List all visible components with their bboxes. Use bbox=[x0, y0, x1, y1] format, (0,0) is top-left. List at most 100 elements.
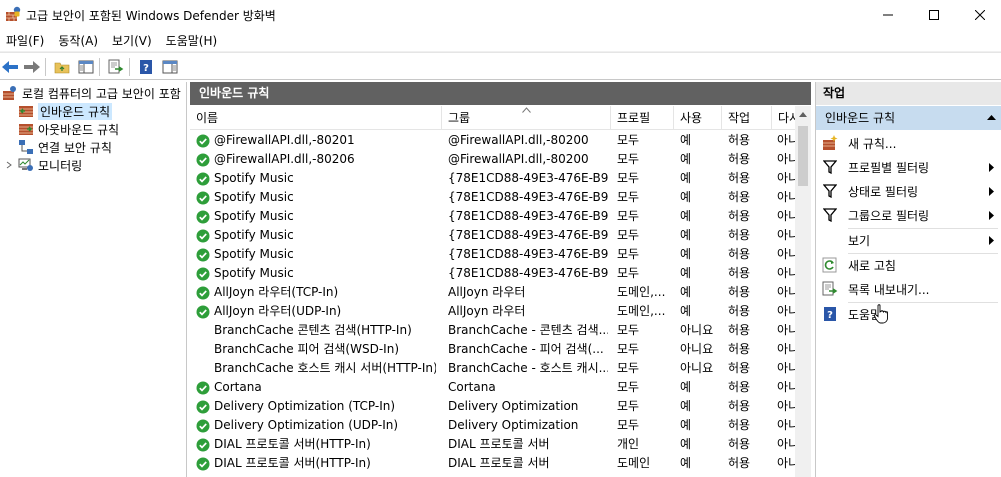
action-view[interactable]: 보기 bbox=[816, 228, 1001, 252]
column-header-override[interactable]: 다시 bbox=[772, 106, 795, 130]
table-row[interactable]: Spotify Music {78E1CD88-49E3-476E-B9... 모두… bbox=[190, 169, 795, 188]
action-filter-by-profile[interactable]: 프로필별 필터링 bbox=[816, 155, 1001, 179]
table-row[interactable]: DIAL 프로토콜 서버(HTTP-In) DIAL 프로토콜 서버 개인 예 허용 아니 bbox=[190, 435, 795, 454]
tree-root-local-computer[interactable]: 로컬 컴퓨터의 고급 보안이 포함 bbox=[2, 84, 181, 102]
cell-group: {78E1CD88-49E3-476E-B9... bbox=[448, 190, 608, 204]
cell-enabled: 예 bbox=[680, 228, 692, 242]
export-list-button[interactable] bbox=[106, 57, 126, 77]
close-icon bbox=[975, 10, 985, 20]
rule-name: Spotify Music bbox=[214, 171, 294, 185]
menu-file[interactable]: 파일(F) bbox=[0, 30, 52, 52]
action-new-rule[interactable]: 새 규칙... bbox=[816, 131, 1001, 155]
back-button[interactable] bbox=[0, 57, 20, 77]
column-header-profile[interactable]: 프로필 bbox=[611, 106, 674, 130]
table-row[interactable]: Cortana Cortana 모두 예 허용 아니 bbox=[190, 378, 795, 397]
actions-section-label: 인바운드 규칙 bbox=[825, 111, 896, 125]
cell-name: @FirewallAPI.dll,-80201 bbox=[196, 131, 436, 150]
folder-up-icon bbox=[54, 62, 70, 74]
cell-name: Delivery Optimization (UDP-In) bbox=[196, 416, 436, 435]
table-row[interactable]: @FirewallAPI.dll,-80206 @FirewallAPI.dll,… bbox=[190, 150, 795, 169]
tree-item-inbound-rules[interactable]: 인바운드 규칙 bbox=[18, 102, 113, 120]
vertical-scrollbar[interactable] bbox=[795, 106, 811, 477]
table-row[interactable]: Spotify Music {78E1CD88-49E3-476E-B9... 모두… bbox=[190, 226, 795, 245]
filter-funnel-icon bbox=[823, 208, 837, 222]
scroll-up-button[interactable] bbox=[795, 106, 811, 122]
cell-enabled: 예 bbox=[680, 418, 692, 432]
cell-name: Spotify Music bbox=[196, 188, 436, 207]
table-row[interactable]: DIAL 프로토콜 서버(HTTP-In) DIAL 프로토콜 서버 도메인 예 허용 아… bbox=[190, 454, 795, 473]
menu-action[interactable]: 동작(A) bbox=[52, 30, 106, 52]
tree-item-connection-security-rules[interactable]: 연결 보안 규칙 bbox=[18, 138, 112, 156]
refresh-icon bbox=[822, 257, 837, 273]
actions-section-inbound-rules[interactable]: 인바운드 규칙 bbox=[816, 106, 1001, 130]
action-filter-by-group[interactable]: 그룹으로 필터링 bbox=[816, 203, 1001, 227]
table-row[interactable]: @FirewallAPI.dll,-80201 @FirewallAPI.dll,… bbox=[190, 131, 795, 150]
cell-action: 허용 bbox=[728, 399, 751, 413]
table-row[interactable]: Spotify Music {78E1CD88-49E3-476E-B9... 모두… bbox=[190, 207, 795, 226]
cell-override: 아니 bbox=[777, 456, 795, 470]
table-row[interactable]: Spotify Music {78E1CD88-49E3-476E-B9... 모두… bbox=[190, 245, 795, 264]
column-header-name[interactable]: 이름 bbox=[190, 106, 442, 130]
forward-button[interactable] bbox=[22, 57, 42, 77]
table-row[interactable]: AllJoyn 라우터(TCP-In) AllJoyn 라우터 도메인,... 예 허용… bbox=[190, 283, 795, 302]
column-header-enabled[interactable]: 사용 bbox=[674, 106, 722, 130]
close-button[interactable] bbox=[957, 0, 1001, 30]
enabled-check-icon bbox=[196, 438, 210, 451]
svg-text:?: ? bbox=[143, 63, 149, 74]
rule-name: DIAL 프로토콜 서버(HTTP-In) bbox=[214, 437, 371, 451]
cell-action: 허용 bbox=[728, 342, 751, 356]
action-label: 프로필별 필터링 bbox=[848, 160, 930, 175]
action-filter-by-state[interactable]: 상태로 필터링 bbox=[816, 179, 1001, 203]
show-hide-action-pane-button[interactable] bbox=[160, 57, 180, 77]
tree-item-outbound-rules[interactable]: 아웃바운드 규칙 bbox=[18, 120, 119, 138]
table-row[interactable]: Spotify Music {78E1CD88-49E3-476E-B9... 모두… bbox=[190, 188, 795, 207]
table-row[interactable]: AllJoyn 라우터(UDP-In) AllJoyn 라우터 도메인,... 예 허용… bbox=[190, 302, 795, 321]
cell-enabled: 예 bbox=[680, 209, 692, 223]
action-export-list[interactable]: 목록 내보내기... bbox=[816, 277, 1001, 301]
expand-chevron-icon[interactable] bbox=[4, 157, 14, 173]
cell-profile: 모두 bbox=[617, 361, 640, 375]
action-refresh[interactable]: 새로 고침 bbox=[816, 253, 1001, 277]
tree-root-label: 로컬 컴퓨터의 고급 보안이 포함 bbox=[22, 86, 181, 101]
cell-action: 허용 bbox=[728, 171, 751, 185]
submenu-arrow-icon bbox=[989, 211, 994, 220]
collapse-up-icon[interactable] bbox=[987, 114, 996, 120]
table-row[interactable]: BranchCache 콘텐츠 검색(HTTP-In) BranchCache -… bbox=[190, 321, 795, 340]
column-header-action[interactable]: 작업 bbox=[722, 106, 772, 130]
minimize-button[interactable] bbox=[865, 0, 911, 30]
help-button[interactable]: ? bbox=[136, 57, 156, 77]
cell-name: @FirewallAPI.dll,-80206 bbox=[196, 150, 436, 169]
scrollbar-thumb[interactable] bbox=[798, 126, 808, 186]
cell-group: @FirewallAPI.dll,-80200 bbox=[448, 152, 589, 166]
menu-view[interactable]: 보기(V) bbox=[106, 30, 160, 52]
rule-name: DIAL 프로토콜 서버(HTTP-In) bbox=[214, 456, 371, 470]
cell-override: 아니 bbox=[777, 247, 795, 261]
cell-name: Spotify Music bbox=[196, 169, 436, 188]
cell-enabled: 예 bbox=[680, 266, 692, 280]
rule-name: @FirewallAPI.dll,-80206 bbox=[214, 152, 355, 166]
table-row[interactable]: Spotify Music {78E1CD88-49E3-476E-B9... 모두… bbox=[190, 264, 795, 283]
enabled-check-icon bbox=[196, 134, 210, 147]
cell-action: 허용 bbox=[728, 266, 751, 280]
menu-help[interactable]: 도움말(H) bbox=[160, 30, 226, 52]
column-header-group[interactable]: 그룹 bbox=[442, 106, 611, 130]
action-label: 새로 고침 bbox=[848, 258, 896, 273]
table-row[interactable]: BranchCache 호스트 캐시 서버(HTTP-In) BranchCach… bbox=[190, 359, 795, 378]
cell-override: 아니 bbox=[777, 266, 795, 280]
up-folder-button[interactable] bbox=[52, 57, 72, 77]
cell-action: 허용 bbox=[728, 285, 751, 299]
action-help[interactable]: ? 도움말 bbox=[816, 302, 1001, 326]
cell-profile: 모두 bbox=[617, 209, 640, 223]
maximize-button[interactable] bbox=[911, 0, 957, 30]
table-row[interactable]: Delivery Optimization (UDP-In) Delivery O… bbox=[190, 416, 795, 435]
cell-enabled: 예 bbox=[680, 456, 692, 470]
cell-profile: 모두 bbox=[617, 418, 640, 432]
cell-action: 허용 bbox=[728, 228, 751, 242]
table-row[interactable]: Delivery Optimization (TCP-In) Delivery O… bbox=[190, 397, 795, 416]
scroll-up-arrow-icon bbox=[799, 111, 807, 117]
table-row[interactable]: BranchCache 피어 검색(WSD-In) BranchCache - 피… bbox=[190, 340, 795, 359]
show-hide-tree-button[interactable] bbox=[76, 57, 96, 77]
cell-profile: 도메인 bbox=[617, 456, 651, 470]
cell-override: 아니 bbox=[777, 342, 795, 356]
tree-item-monitoring[interactable]: 모니터링 bbox=[4, 156, 82, 174]
